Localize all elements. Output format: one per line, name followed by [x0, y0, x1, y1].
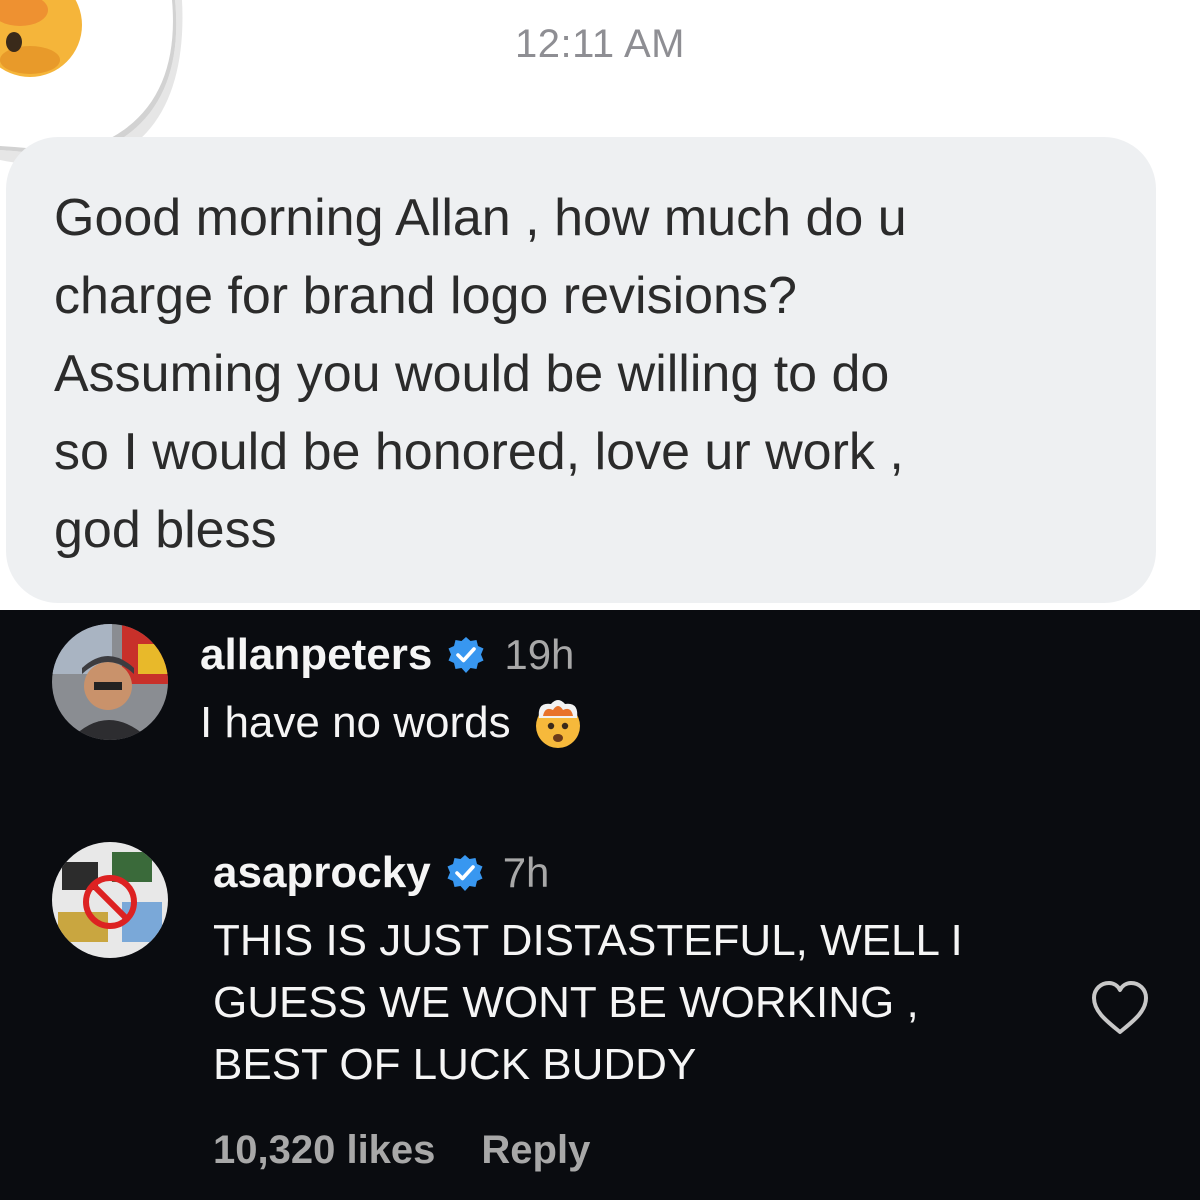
comments-section: allanpeters 19h I have no words asaprock… — [0, 610, 1200, 1200]
dm-screenshot: 12:11 AM Good morning Allan , how much d… — [0, 0, 1200, 610]
username[interactable]: allanpeters — [200, 630, 432, 680]
comment-body: I have no words — [200, 692, 585, 754]
likes-count[interactable]: 10,320 likes — [213, 1128, 435, 1173]
comment-header: asaprocky 7h — [213, 842, 549, 904]
reply-button[interactable]: Reply — [481, 1128, 590, 1173]
avatar[interactable] — [52, 842, 168, 958]
avatar-photo — [52, 624, 168, 740]
username[interactable]: asaprocky — [213, 848, 431, 898]
comment-meta: 10,320 likes Reply — [213, 1128, 590, 1173]
comment-text: I have no words — [200, 698, 511, 747]
comment-text: THIS IS JUST DISTASTEFUL, WELL I GUESS W… — [213, 916, 963, 1089]
comment-age: 19h — [504, 631, 575, 678]
comment-age: 7h — [502, 849, 550, 896]
message-bubble[interactable]: Good morning Allan , how much do u charg… — [6, 137, 1156, 603]
message-text: Good morning Allan , how much do u charg… — [54, 189, 907, 559]
message-timestamp: 12:11 AM — [514, 22, 686, 66]
avatar-photo — [52, 842, 168, 958]
exploding-head-icon — [535, 700, 580, 748]
comment-header: allanpeters 19h — [200, 624, 574, 686]
avatar[interactable] — [52, 624, 168, 740]
verified-badge-icon — [447, 855, 483, 891]
verified-badge-icon — [448, 637, 484, 673]
like-heart-icon[interactable] — [1088, 978, 1152, 1038]
